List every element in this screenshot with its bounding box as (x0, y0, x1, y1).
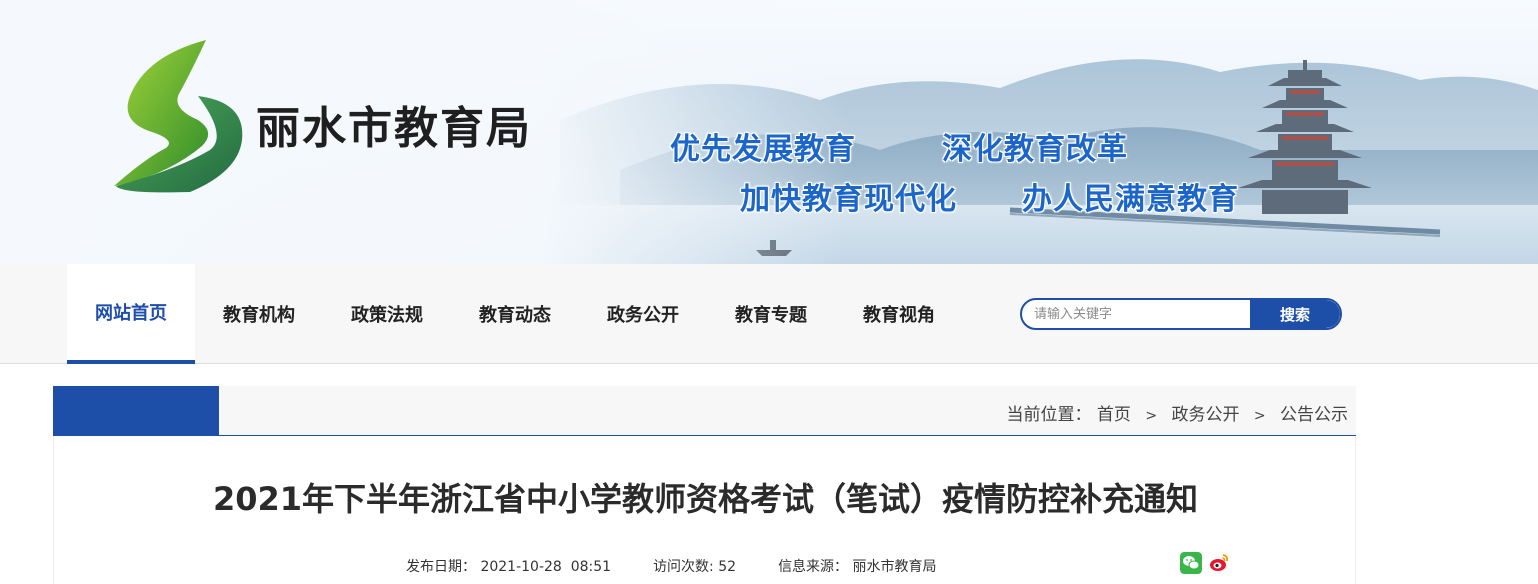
nav-item-policies[interactable]: 政策法规 (323, 264, 451, 364)
logo-icon (114, 40, 243, 193)
nav-item-gov-affairs[interactable]: 政务公开 (579, 264, 707, 364)
slogan-3: 加快教育现代化 (740, 182, 957, 217)
site-banner: 丽水市教育局 优先发展教育 深化教育改革 加快教育现代化 办人民满意教育 (0, 0, 1538, 264)
info-source-label: 信息来源： (778, 559, 849, 575)
visit-count: 访问次数: 52 (653, 556, 736, 576)
visit-count-value: 52 (718, 559, 737, 575)
info-source-value: 丽水市教育局 (852, 559, 937, 575)
article-title: 2021年下半年浙江省中小学教师资格考试（笔试）疫情防控补充通知 (212, 480, 1199, 518)
breadcrumb: 当前位置： 首页 > 政务公开 > 公告公示 (1007, 400, 1349, 425)
publish-date-label: 发布日期： (406, 559, 476, 575)
nav-item-news[interactable]: 教育动态 (451, 264, 579, 364)
slogan-1: 优先发展教育 (670, 132, 856, 167)
nav-list: 网站首页 教育机构 政策法规 教育动态 政务公开 教育专题 教育视角 (67, 264, 963, 364)
section-header-block (53, 386, 219, 436)
publish-date: 发布日期： 2021-10-28 08:51 (406, 556, 611, 576)
slogan-4: 办人民满意教育 (1022, 182, 1239, 217)
search-input[interactable] (1022, 300, 1250, 328)
breadcrumb-home[interactable]: 首页 (1097, 405, 1131, 425)
content-area: 当前位置： 首页 > 政务公开 > 公告公示 2021年下半年浙江省中小学教师资… (53, 386, 1356, 584)
breadcrumb-bar: 当前位置： 首页 > 政务公开 > 公告公示 (53, 386, 1356, 436)
breadcrumb-announcements[interactable]: 公告公示 (1280, 405, 1348, 425)
nav-item-institutions[interactable]: 教育机构 (195, 264, 323, 364)
weibo-icon[interactable] (1208, 552, 1230, 574)
main-nav: 网站首页 教育机构 政策法规 教育动态 政务公开 教育专题 教育视角 搜索 (0, 264, 1538, 364)
article-meta: 发布日期： 2021-10-28 08:51 访问次数: 52 信息来源： 丽水… (406, 556, 979, 576)
slogan-2: 深化教育改革 (942, 132, 1128, 167)
nav-item-perspectives[interactable]: 教育视角 (835, 264, 963, 364)
visit-count-label: 访问次数: (653, 559, 714, 575)
share-buttons (1180, 552, 1230, 574)
breadcrumb-separator: > (1145, 408, 1158, 424)
breadcrumb-prefix: 当前位置： (1006, 405, 1092, 425)
info-source: 信息来源： 丽水市教育局 (778, 556, 936, 576)
search-button[interactable]: 搜索 (1250, 300, 1340, 328)
breadcrumb-gov-affairs[interactable]: 政务公开 (1171, 405, 1239, 425)
nav-item-home[interactable]: 网站首页 (67, 264, 195, 364)
article: 2021年下半年浙江省中小学教师资格考试（笔试）疫情防控补充通知 发布日期： 2… (53, 436, 1356, 584)
wechat-icon[interactable] (1180, 552, 1202, 574)
publish-date-value: 2021-10-28 08:51 (480, 559, 612, 575)
site-name: 丽水市教育局 (256, 103, 532, 154)
search-bar: 搜索 (1020, 298, 1342, 330)
nav-item-topics[interactable]: 教育专题 (707, 264, 835, 364)
breadcrumb-separator: > (1253, 408, 1266, 424)
